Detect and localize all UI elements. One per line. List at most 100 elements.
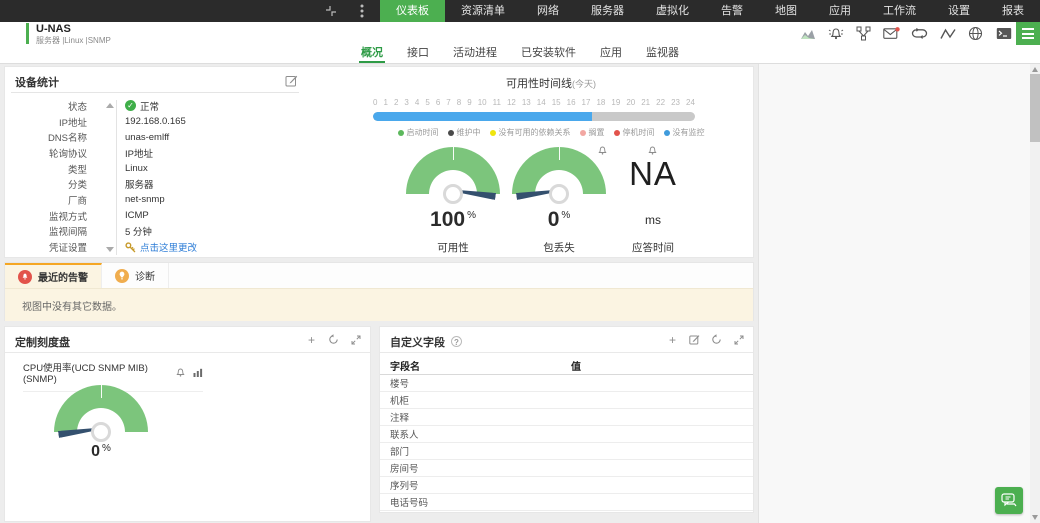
device-tab[interactable]: 接口 — [405, 45, 431, 63]
add-icon[interactable]: + — [666, 333, 679, 347]
legend-label: 维护中 — [456, 128, 481, 137]
device-accent-bar — [26, 23, 29, 44]
credentials-change-link[interactable]: 点击这里更改 — [140, 240, 197, 254]
content-area: 设备统计 状态 ✓ 正常 IP地址 192.168.0.165 DNS名称 una… — [0, 64, 1040, 523]
nav-item[interactable]: 服务器 — [575, 0, 640, 22]
custom-field-name: 房间号 — [390, 464, 419, 475]
nav-item[interactable]: 网络 — [521, 0, 575, 22]
device-tab[interactable]: 活动进程 — [451, 45, 499, 63]
refresh-icon[interactable] — [710, 333, 723, 346]
expand-icon[interactable] — [732, 333, 745, 346]
scrollbar-thumb[interactable] — [1030, 74, 1040, 142]
performance-chart-icon[interactable] — [799, 25, 816, 42]
device-tab[interactable]: 概况 — [359, 45, 385, 63]
nav-item[interactable]: 报表 — [986, 0, 1040, 22]
availability-timeline-bar[interactable] — [373, 112, 695, 121]
timeline-hour-label: 23 — [671, 98, 680, 107]
collapse-icon[interactable] — [322, 3, 339, 20]
edit-icon[interactable] — [688, 333, 701, 346]
cpu-gauge-value: 0% — [91, 443, 111, 460]
header-toolbar — [799, 22, 1012, 45]
key-icon — [125, 241, 136, 253]
device-tab[interactable]: 应用 — [598, 45, 624, 63]
timeline-hour-label: 13 — [521, 98, 531, 107]
refresh-icon[interactable] — [327, 333, 340, 346]
nav-item[interactable]: 设置 — [932, 0, 986, 22]
legend-label: 启动时间 — [406, 128, 439, 137]
divider — [116, 100, 117, 255]
activity-graph-icon[interactable] — [939, 25, 956, 42]
topology-icon[interactable] — [855, 25, 872, 42]
timeline-hour-label: 14 — [536, 98, 546, 107]
vertical-scrollbar[interactable] — [1030, 64, 1040, 523]
custom-fields-panel: 自定义字段? + 字段名 值 楼号 机柜 注释 联系人 部门 房间号 序列号 电… — [379, 326, 754, 513]
legend-dot — [663, 129, 670, 136]
stat-row-category: 分类 服务器 — [67, 180, 154, 192]
custom-field-row: 序列号 — [380, 477, 753, 494]
stat-row-credentials: 凭证设置 点击这里更改 — [5, 239, 305, 255]
custom-dials-title: 定制刻度盘 — [15, 337, 70, 349]
device-tab[interactable]: 监视器 — [644, 45, 681, 63]
add-icon[interactable]: + — [305, 333, 318, 347]
mail-icon[interactable] — [883, 25, 900, 42]
stat-row-type: 类型 Linux — [67, 163, 148, 176]
gauge-dial — [512, 147, 606, 204]
terminal-icon[interactable] — [995, 25, 1012, 42]
custom-field-row: 部门 — [380, 443, 753, 460]
nav-item[interactable]: 仪表板 — [380, 0, 445, 22]
stat-row-ip: IP地址 192.168.0.165 — [59, 116, 186, 129]
scroll-up-arrow[interactable] — [106, 103, 114, 108]
timeline-hour-label: 6 — [435, 98, 441, 107]
nav-item[interactable]: 告警 — [705, 0, 759, 22]
custom-field-row: 联系人 — [380, 426, 753, 443]
threshold-bell-icon[interactable] — [597, 146, 608, 156]
tab-recent-alarms[interactable]: 最近的告警 — [5, 263, 102, 288]
scrollbar-down-arrow[interactable] — [1032, 515, 1038, 520]
menu-button[interactable] — [1016, 22, 1040, 45]
threshold-bell-icon[interactable] — [175, 368, 186, 378]
custom-dials-panel: 定制刻度盘 + CPU使用率(UCD SNMP MIB) (SNMP) 0% — [4, 326, 371, 522]
nav-item[interactable]: 资源清单 — [445, 0, 521, 22]
web-globe-icon[interactable] — [967, 25, 984, 42]
legend-dot — [579, 129, 586, 136]
timeline-hour-label: 18 — [596, 98, 606, 107]
stat-row-poll-protocol: 轮询协议 IP地址 — [48, 148, 153, 160]
alarm-bell-red-icon — [18, 269, 32, 284]
edit-icon[interactable] — [285, 74, 298, 87]
legend-label: 没有可用的依赖关系 — [498, 128, 571, 137]
support-chat-button[interactable] — [995, 487, 1023, 514]
custom-field-row: 电话号码 — [380, 494, 753, 511]
bar-chart-icon[interactable] — [193, 368, 203, 377]
legend-dot — [613, 129, 620, 136]
nav-item[interactable]: 地图 — [759, 0, 813, 22]
packet-loss-gauge: 0% 包丢失 — [509, 147, 609, 255]
timeline-hour-label: 5 — [425, 98, 430, 107]
more-vertical-icon[interactable] — [353, 3, 370, 20]
threshold-bell-icon[interactable] — [647, 146, 658, 156]
timeline-hour-label: 22 — [656, 98, 666, 107]
legend-item: 停机时间 — [613, 127, 655, 138]
timeline-hour-label: 8 — [456, 98, 462, 107]
timeline-hour-label: 9 — [467, 98, 472, 107]
gauge-value: 0 — [547, 208, 560, 231]
help-icon[interactable]: ? — [451, 336, 462, 347]
availability-title: 可用性时间线(今天) — [506, 78, 596, 90]
custom-field-name: 部门 — [390, 447, 410, 458]
timeline-hour-label: 2 — [393, 98, 399, 107]
expand-icon[interactable] — [349, 333, 362, 346]
device-tab[interactable]: 已安装软件 — [519, 45, 578, 63]
workflow-loop-icon[interactable] — [911, 25, 928, 42]
custom-field-row: 房间号 — [380, 460, 753, 477]
scrollbar-up-arrow[interactable] — [1032, 67, 1038, 72]
top-nav-right — [322, 0, 380, 22]
scroll-down-arrow[interactable] — [106, 247, 114, 252]
nav-item[interactable]: 应用 — [813, 0, 867, 22]
legend-label: 没有监控 — [672, 128, 705, 137]
tab-diagnostics[interactable]: 诊断 — [102, 263, 169, 288]
timeline-hour-label: 0 — [373, 98, 378, 107]
nav-item[interactable]: 虚拟化 — [640, 0, 705, 22]
alarm-bell-icon[interactable] — [827, 25, 844, 42]
nav-item[interactable]: 工作流 — [867, 0, 932, 22]
timeline-hour-label: 7 — [446, 98, 451, 107]
device-stats-list: 状态 ✓ 正常 IP地址 192.168.0.165 DNS名称 unas-eml… — [5, 98, 305, 255]
